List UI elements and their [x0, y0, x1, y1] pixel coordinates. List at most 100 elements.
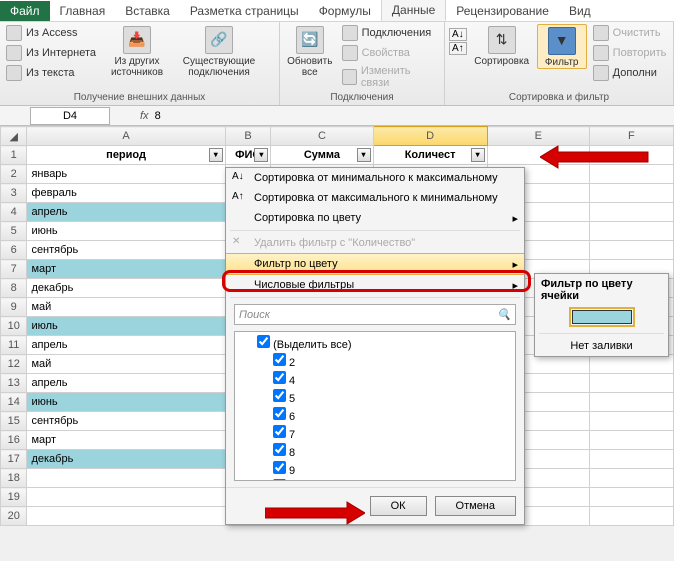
tab-insert[interactable]: Вставка: [115, 1, 180, 21]
filter-by-color-item[interactable]: Фильтр по цвету▸: [226, 253, 524, 275]
connections-button[interactable]: Подключения: [340, 24, 440, 42]
cell[interactable]: сентябрь: [27, 412, 225, 431]
tab-view[interactable]: Вид: [559, 1, 601, 21]
header-fio[interactable]: ФИО▾: [225, 146, 271, 165]
advanced-filter-button[interactable]: Дополни: [591, 64, 669, 82]
sort-ascending-item[interactable]: A↓Сортировка от минимального к максималь…: [226, 168, 524, 188]
row-header[interactable]: 3: [1, 184, 27, 203]
cell[interactable]: [589, 146, 673, 165]
row-header[interactable]: 15: [1, 412, 27, 431]
filter-dropdown-icon[interactable]: ▾: [209, 148, 223, 162]
sort-descending-item[interactable]: A↑Сортировка от максимального к минималь…: [226, 188, 524, 208]
cell[interactable]: [487, 146, 589, 165]
existing-connections-button[interactable]: 🔗Существующие подключения: [176, 24, 262, 78]
cancel-button[interactable]: Отмена: [435, 496, 516, 516]
cell[interactable]: [589, 184, 673, 203]
row-header[interactable]: 6: [1, 241, 27, 260]
filter-dropdown-icon[interactable]: ▾: [357, 148, 371, 162]
row-header[interactable]: 10: [1, 317, 27, 336]
tab-formulas[interactable]: Формулы: [309, 1, 381, 21]
filter-value-checkbox[interactable]: 9: [237, 460, 513, 478]
row-header[interactable]: 9: [1, 298, 27, 317]
cell[interactable]: апрель: [27, 336, 225, 355]
row-header[interactable]: 4: [1, 203, 27, 222]
name-box[interactable]: D4: [30, 107, 110, 125]
filter-value-checkbox[interactable]: 11: [237, 478, 513, 481]
file-tab[interactable]: Файл: [0, 1, 50, 21]
cell[interactable]: июнь: [27, 222, 225, 241]
cell[interactable]: январь: [27, 165, 225, 184]
col-header-b[interactable]: B: [225, 127, 271, 146]
tab-page-layout[interactable]: Разметка страницы: [180, 1, 309, 21]
select-all-corner[interactable]: ◢: [1, 127, 27, 146]
header-qty[interactable]: Количест▾: [373, 146, 487, 165]
from-text-button[interactable]: Из текста: [4, 64, 98, 82]
cell[interactable]: май: [27, 298, 225, 317]
no-fill-option[interactable]: Нет заливки: [535, 336, 668, 356]
filter-dropdown-icon[interactable]: ▾: [254, 148, 268, 162]
col-header-c[interactable]: C: [271, 127, 373, 146]
from-access-button[interactable]: Из Access: [4, 24, 98, 42]
row-header[interactable]: 18: [1, 469, 27, 488]
row-header[interactable]: 19: [1, 488, 27, 507]
filter-dropdown-icon[interactable]: ▾: [471, 148, 485, 162]
cell[interactable]: март: [27, 260, 225, 279]
ok-button[interactable]: ОК: [370, 496, 427, 516]
cell[interactable]: [589, 355, 673, 374]
filter-value-checkbox[interactable]: 6: [237, 406, 513, 424]
filter-value-checkbox[interactable]: 8: [237, 442, 513, 460]
filter-value-checkbox[interactable]: 4: [237, 370, 513, 388]
sort-button[interactable]: ⇅Сортировка: [471, 24, 533, 67]
row-header[interactable]: 2: [1, 165, 27, 184]
filter-values-list[interactable]: (Выделить все) 2 4 5 6 7 8 9 11 12 14: [234, 331, 516, 481]
cell[interactable]: июль: [27, 317, 225, 336]
row-header[interactable]: 7: [1, 260, 27, 279]
cell[interactable]: апрель: [27, 374, 225, 393]
header-sum[interactable]: Сумма▾: [271, 146, 373, 165]
cell[interactable]: [589, 203, 673, 222]
filter-button[interactable]: ▼Фильтр: [537, 24, 587, 69]
filter-value-checkbox[interactable]: 7: [237, 424, 513, 442]
cell[interactable]: декабрь: [27, 279, 225, 298]
col-header-f[interactable]: F: [589, 127, 673, 146]
cell[interactable]: февраль: [27, 184, 225, 203]
cell[interactable]: [589, 241, 673, 260]
cell[interactable]: [589, 431, 673, 450]
row-header[interactable]: 20: [1, 507, 27, 526]
filter-search-input[interactable]: Поиск🔍: [234, 304, 516, 325]
row-header[interactable]: 11: [1, 336, 27, 355]
cell[interactable]: [589, 393, 673, 412]
row-header[interactable]: 12: [1, 355, 27, 374]
cell[interactable]: [589, 222, 673, 241]
col-header-a[interactable]: A: [27, 127, 225, 146]
cell[interactable]: июнь: [27, 393, 225, 412]
row-header[interactable]: 16: [1, 431, 27, 450]
cell[interactable]: сентябрь: [27, 241, 225, 260]
tab-data[interactable]: Данные: [381, 0, 446, 21]
cell[interactable]: [589, 412, 673, 431]
cell[interactable]: март: [27, 431, 225, 450]
select-all-checkbox[interactable]: (Выделить все): [237, 334, 513, 352]
other-sources-button[interactable]: 📥Из других источников: [102, 24, 172, 78]
row-header[interactable]: 14: [1, 393, 27, 412]
header-period[interactable]: период▾: [27, 146, 225, 165]
tab-review[interactable]: Рецензирование: [446, 1, 559, 21]
row-header[interactable]: 8: [1, 279, 27, 298]
cell[interactable]: декабрь: [27, 450, 225, 469]
number-filters-item[interactable]: Числовые фильтры▸: [226, 275, 524, 295]
color-option-cyan[interactable]: [535, 306, 668, 331]
row-header[interactable]: 1: [1, 146, 27, 165]
sort-az-buttons[interactable]: A↓ A↑: [449, 24, 467, 55]
col-header-d[interactable]: D: [373, 127, 487, 146]
fx-icon[interactable]: fx: [140, 110, 149, 122]
tab-home[interactable]: Главная: [50, 1, 116, 21]
cell[interactable]: [589, 374, 673, 393]
cell[interactable]: май: [27, 355, 225, 374]
cell[interactable]: [589, 450, 673, 469]
from-web-button[interactable]: Из Интернета: [4, 44, 98, 62]
cell[interactable]: апрель: [27, 203, 225, 222]
sort-by-color-item[interactable]: Сортировка по цвету▸: [226, 208, 524, 228]
formula-input[interactable]: [155, 110, 674, 122]
cell[interactable]: [589, 165, 673, 184]
row-header[interactable]: 5: [1, 222, 27, 241]
